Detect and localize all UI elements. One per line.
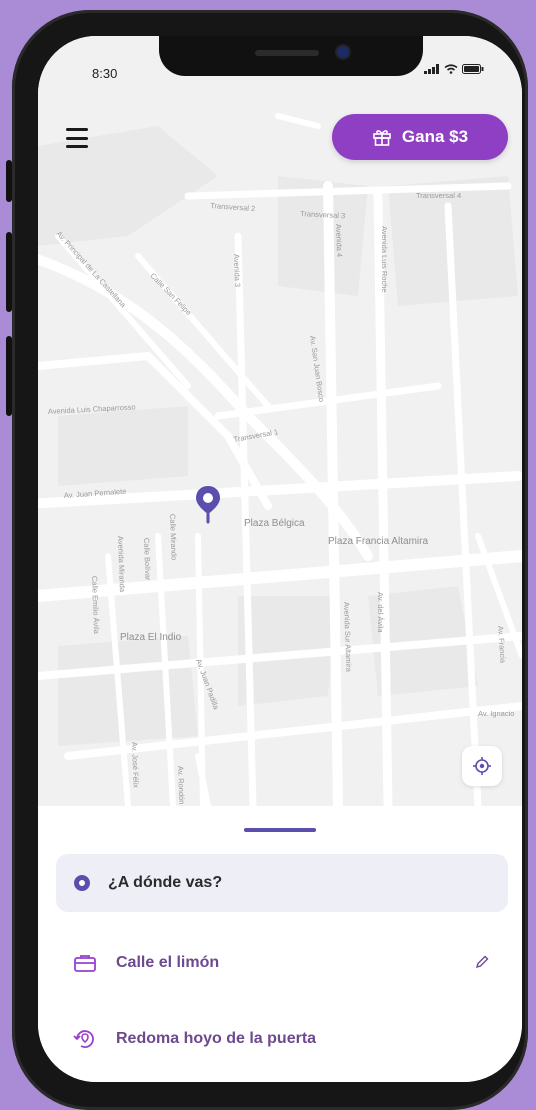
promo-label: Gana $3 — [401, 127, 469, 146]
street-label: Av. José Félix — [130, 742, 141, 789]
locate-me-button[interactable] — [462, 746, 502, 786]
street-label: Av. Ignacio — [478, 709, 514, 718]
destination-dot-icon — [74, 875, 90, 891]
map-pin-icon[interactable] — [194, 484, 222, 524]
street-label: Av. del Ávila — [376, 592, 385, 633]
destination-search-label: ¿A dónde vas? — [108, 874, 223, 891]
notch — [159, 36, 423, 76]
menu-icon-bar — [66, 136, 88, 140]
saved-place-label: Redoma hoyo de la puerta — [116, 1030, 317, 1047]
place-label: Plaza El Indio — [120, 632, 182, 643]
location-history-icon — [73, 1030, 94, 1048]
saved-place-item[interactable]: Redoma hoyo de la puerta — [56, 1012, 508, 1066]
street-label: Transversal 4 — [416, 191, 461, 200]
bottom-sheet: ¿A dónde vas? Calle el limón Redoma hoyo… — [38, 806, 522, 1082]
volume-up-button — [6, 232, 12, 312]
gift-icon — [373, 130, 391, 146]
saved-place-item[interactable]: Calle el limón — [56, 936, 508, 990]
menu-icon-bar — [66, 145, 88, 148]
mute-switch — [6, 160, 12, 202]
street-label: Avenida 4 — [334, 224, 344, 258]
battery-icon — [462, 64, 484, 74]
sheet-handle[interactable] — [244, 828, 316, 832]
menu-button[interactable] — [66, 128, 88, 148]
street-label: Av. Rondón — [176, 766, 186, 805]
destination-search[interactable]: ¿A dónde vas? — [56, 854, 508, 912]
street-label: Calle Mirando — [168, 514, 179, 561]
status-time: 8:30 — [92, 66, 118, 81]
place-label: Plaza Francia Altamira — [328, 536, 428, 547]
street-label: Avenida Luis Roche — [380, 226, 389, 293]
crosshair-icon — [473, 757, 491, 775]
edit-pencil-icon[interactable] — [474, 954, 490, 970]
briefcase-icon — [74, 955, 96, 972]
phone-screen: 8:30 Transversal 2 Transversal 3 Transve… — [38, 36, 522, 1082]
volume-down-button — [6, 336, 12, 416]
speaker — [255, 50, 319, 56]
status-icons — [424, 64, 484, 74]
front-camera — [337, 46, 349, 58]
saved-place-label: Calle el limón — [116, 954, 220, 971]
signal-icon — [424, 64, 439, 74]
place-label: Plaza Bélgica — [244, 518, 305, 529]
wifi-icon — [444, 64, 458, 74]
menu-icon-bar — [66, 128, 88, 131]
street-label: Calle Bolívar — [142, 538, 152, 581]
street-label: Avenida 3 — [232, 254, 242, 288]
promo-button[interactable]: Gana $3 — [332, 114, 508, 160]
